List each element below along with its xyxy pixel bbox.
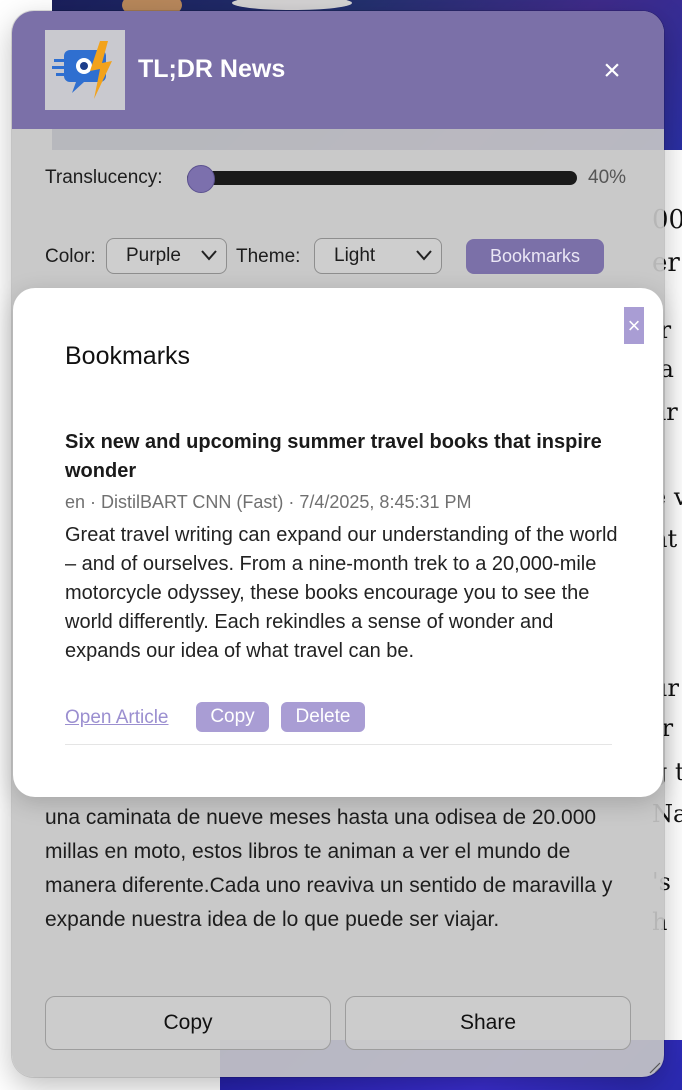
translucency-label: Translucency: [45, 167, 163, 188]
modal-title: Bookmarks [65, 342, 191, 370]
translucency-slider-thumb[interactable] [187, 165, 216, 193]
bookmarks-modal: × Bookmarks Six new and upcoming summer … [13, 288, 663, 797]
panel-header: TL;DR News × [12, 11, 664, 129]
bookmark-delete-button[interactable]: Delete [281, 702, 365, 732]
bookmark-copy-button[interactable]: Copy [196, 702, 269, 732]
theme-select[interactable]: Light [314, 238, 442, 274]
summary-text: una caminata de nueve meses hasta una od… [45, 806, 613, 931]
close-icon[interactable]: × [597, 56, 627, 86]
open-article-link[interactable]: Open Article [65, 707, 169, 729]
bookmark-summary: Great travel writing can expand our unde… [65, 524, 618, 662]
close-icon[interactable]: × [624, 307, 644, 344]
chevron-down-icon [201, 250, 217, 261]
bookmark-meta: en · DistilBART CNN (Fast) · 7/4/2025, 8… [65, 492, 472, 512]
share-button[interactable]: Share [345, 996, 631, 1050]
theme-select-value: Light [334, 245, 376, 266]
resize-grip-icon[interactable] [647, 1060, 661, 1074]
bookmark-title: Six new and upcoming summer travel books… [65, 431, 602, 482]
translucency-slider-track[interactable] [187, 171, 577, 185]
color-label: Color: [45, 246, 96, 267]
translucency-value: 40% [588, 167, 627, 188]
divider [65, 744, 612, 745]
color-select-value: Purple [126, 245, 181, 266]
tldr-news-logo-icon [45, 30, 125, 110]
theme-label: Theme: [236, 246, 301, 267]
copy-button[interactable]: Copy [45, 996, 331, 1050]
app-title: TL;DR News [138, 55, 286, 83]
color-select[interactable]: Purple [106, 238, 227, 274]
chevron-down-icon [416, 250, 432, 261]
bookmarks-button[interactable]: Bookmarks [466, 239, 604, 274]
